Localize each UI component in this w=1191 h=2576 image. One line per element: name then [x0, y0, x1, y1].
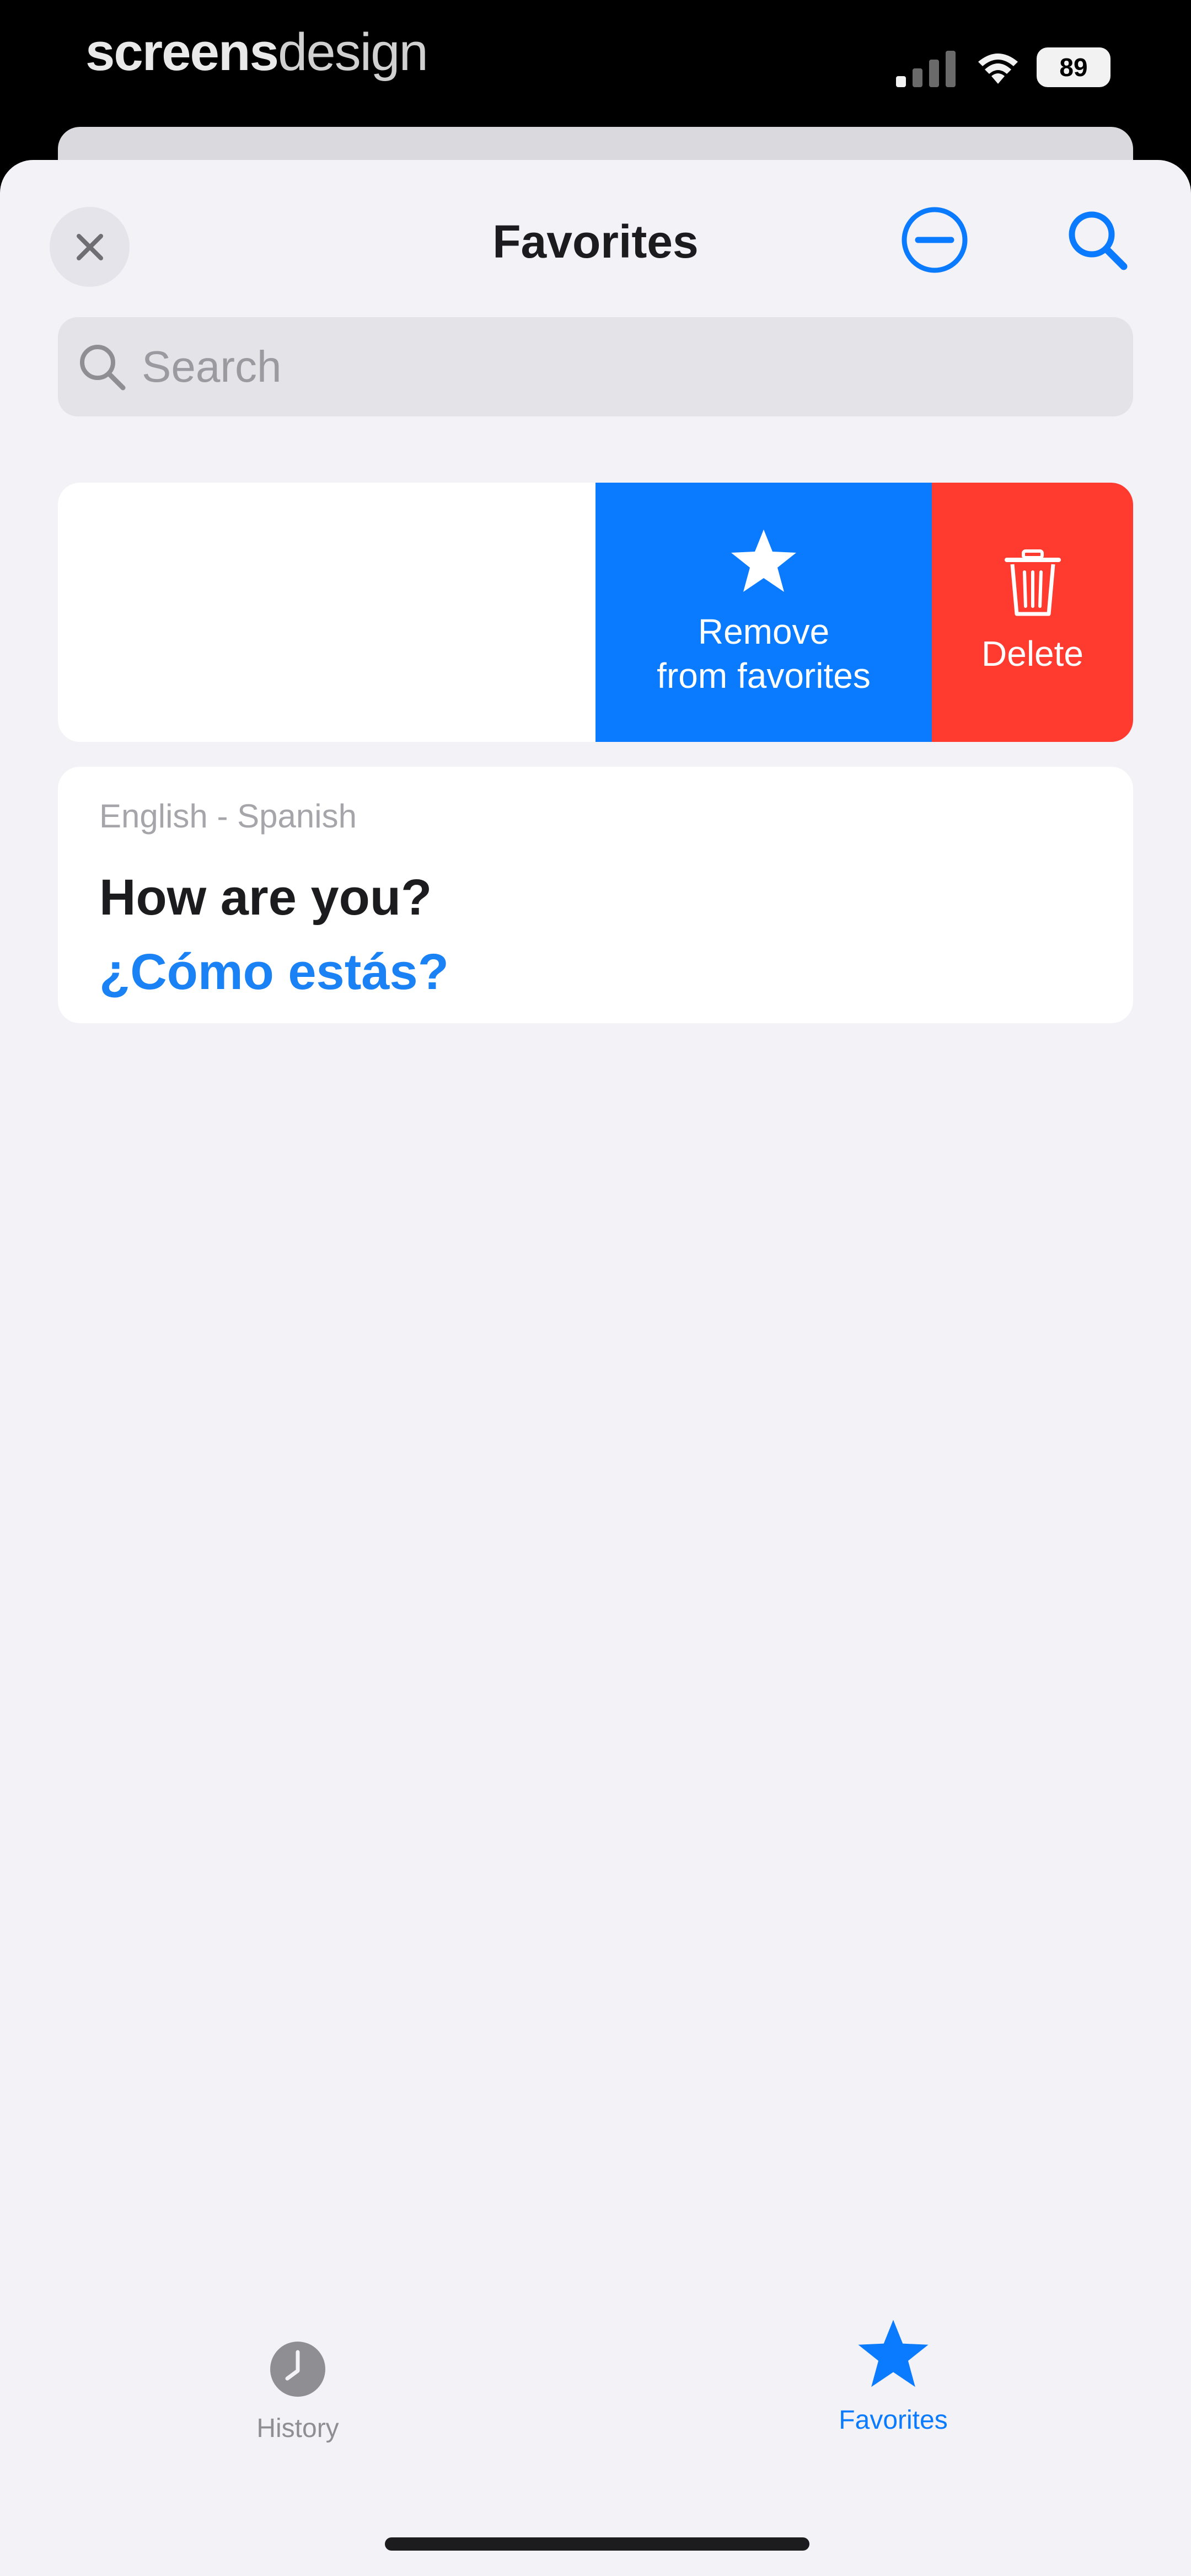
clock-icon — [270, 2342, 325, 2397]
watermark-light: design — [277, 23, 428, 82]
source-text: How are you? — [99, 869, 432, 926]
star-icon — [731, 530, 796, 592]
remove-from-favorites-button[interactable]: Remove from favorites — [596, 483, 932, 742]
search-icon — [80, 345, 126, 391]
home-indicator[interactable] — [385, 2537, 809, 2551]
tab-bar: History Favorites — [0, 2184, 1191, 2576]
tab-history[interactable]: History — [210, 2339, 386, 2466]
app-screen: screensdesign 89 Favorites Search Remove… — [0, 0, 1191, 2576]
wifi-icon — [978, 54, 1018, 84]
trash-icon — [1004, 549, 1061, 616]
battery-icon: 89 — [1037, 47, 1110, 87]
status-bar: screensdesign 89 — [0, 0, 1191, 127]
watermark-bold: screens — [85, 23, 279, 82]
search-icon — [1069, 211, 1128, 270]
delete-button[interactable]: Delete — [932, 483, 1133, 742]
search-input[interactable] — [141, 341, 1080, 393]
tab-favorites-label: Favorites — [839, 2406, 948, 2435]
remove-from-favorites-label: Remove from favorites — [657, 612, 871, 696]
translation-text: ¿Cómo estás? — [99, 944, 449, 1000]
swiped-row-content[interactable] — [58, 483, 598, 742]
battery-level: 89 — [1059, 53, 1088, 82]
favorite-card[interactable]: English - Spanish How are you? ¿Cómo est… — [58, 767, 1133, 1023]
cellular-signal-icon — [896, 51, 956, 87]
page-title: Favorites — [492, 216, 699, 268]
edit-remove-button[interactable] — [899, 204, 970, 276]
tab-history-label: History — [256, 2414, 339, 2443]
swiped-favorite-row[interactable]: Remove from favorites Delete — [58, 483, 1133, 742]
star-icon — [858, 2320, 929, 2387]
search-button[interactable] — [1064, 204, 1130, 276]
language-pair: English - Spanish — [99, 798, 357, 835]
watermark-logo: screensdesign — [85, 22, 428, 83]
tab-favorites[interactable]: Favorites — [805, 2317, 981, 2466]
delete-label: Delete — [981, 634, 1083, 674]
minus-circle-icon — [902, 207, 968, 273]
search-field[interactable] — [58, 317, 1133, 416]
